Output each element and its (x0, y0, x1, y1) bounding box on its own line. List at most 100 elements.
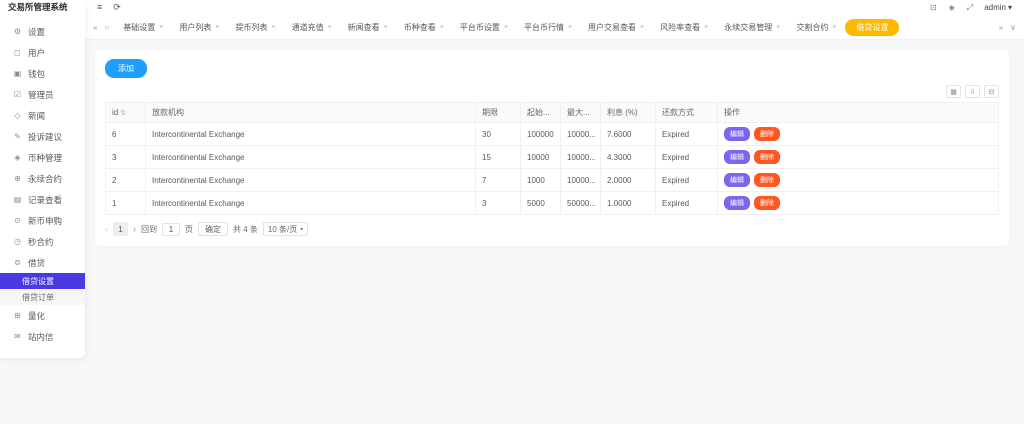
sidebar-item-投诉建议[interactable]: ✎投诉建议 (0, 126, 85, 147)
screenshot-icon[interactable]: ⊡ (930, 3, 937, 13)
refresh-icon[interactable]: ⟳ (113, 3, 121, 12)
theme-icon[interactable]: ◈ (949, 3, 955, 13)
sidebar-item-label: 站内信 (28, 331, 54, 343)
sidebar-item-label: 新闻 (28, 110, 45, 122)
cell-id: 1 (106, 192, 146, 215)
tab-label: 用户交易查看 (588, 22, 636, 33)
sidebar-menu: ⚙设置◻用户▣钱包☑管理员◇新闻✎投诉建议◈币种管理⊕永续合约▤记录查看⊙新币申… (0, 15, 85, 358)
header-right-icons: ⊡ ◈ ⤢ (930, 3, 973, 13)
edit-button[interactable]: 编辑 (724, 196, 750, 210)
sidebar-item-新币申购[interactable]: ⊙新币申购 (0, 210, 85, 231)
table-header-row: id⇅放款机构期限起始...最大...利息 (%)还款方式操作 (106, 103, 999, 123)
tab-平台币设置[interactable]: 平台币设置× (453, 19, 515, 36)
delete-button[interactable]: 删除 (754, 127, 780, 141)
sidebar-item-量化[interactable]: ⊞量化 (0, 305, 85, 326)
cell-actions: 编辑删除 (718, 123, 999, 146)
tab-新闻查看[interactable]: 新闻查看× (341, 19, 395, 36)
tab-label: 用户列表 (179, 22, 211, 33)
sidebar-item-站内信[interactable]: ✉ 站内信 (0, 326, 85, 347)
tab-交割合约[interactable]: 交割合约× (789, 19, 843, 36)
tab-基础设置[interactable]: 基础设置× (116, 19, 170, 36)
mail-icon: ✉ (13, 332, 22, 341)
sidebar-item-用户[interactable]: ◻用户 (0, 42, 85, 63)
sidebar-item-秒合约[interactable]: ◷秒合约 (0, 231, 85, 252)
tab-借贷设置[interactable]: 借贷设置 (845, 19, 899, 36)
page-content: 添加 ▦ ⇩ ⊟ id⇅放款机构期限起始...最大...利息 (%)还款方式操作 6… (85, 40, 1024, 424)
sidebar-subitem-借贷订单[interactable]: 借贷订单 (0, 289, 85, 305)
fullscreen-icon[interactable]: ⤢ (967, 3, 973, 13)
cell-id: 6 (106, 123, 146, 146)
sidebar-item-借贷[interactable]: ⊜借贷 (0, 252, 85, 273)
cell-min: 5000 (521, 192, 561, 215)
tab-风险率查看[interactable]: 风险率查看 × (653, 19, 715, 36)
column-header-利息 (%): 利息 (%) (601, 103, 656, 123)
cell-repay: Expired (656, 146, 718, 169)
close-icon[interactable]: × (159, 24, 163, 31)
gear-icon: ⚙ (13, 27, 22, 36)
page-number-button[interactable]: 1 (113, 222, 128, 236)
tab-用户列表[interactable]: 用户列表 × (172, 19, 226, 36)
tab-永续交易管理[interactable]: 永续交易管理× (717, 19, 787, 36)
next-page-icon[interactable]: › (133, 224, 136, 234)
print-icon[interactable]: ⊟ (984, 85, 999, 98)
top-header: ≡ ⟳ ⊡ ◈ ⤢ admin ▾ (85, 0, 1024, 15)
sidebar-item-币种管理[interactable]: ◈币种管理 (0, 147, 85, 168)
close-icon[interactable]: × (328, 24, 332, 31)
tab-通道充值[interactable]: 通道充值× (285, 19, 339, 36)
tab-币种查看[interactable]: 币种查看 × (397, 19, 451, 36)
page-size-value: 10 条/页 (268, 224, 297, 235)
delete-button[interactable]: 删除 (754, 173, 780, 187)
close-icon[interactable]: × (215, 24, 219, 31)
tabs-refresh-icon[interactable]: ○ (104, 23, 109, 32)
close-icon[interactable]: × (832, 24, 836, 31)
close-icon[interactable]: × (704, 24, 708, 31)
user-dropdown[interactable]: admin ▾ (984, 3, 1012, 12)
cell-repay: Expired (656, 169, 718, 192)
close-icon[interactable]: × (271, 24, 275, 31)
add-button[interactable]: 添加 (105, 59, 147, 78)
prev-page-icon[interactable]: ‹ (105, 224, 108, 234)
tab-用户交易查看[interactable]: 用户交易查看 × (581, 19, 651, 36)
sidebar-subitem-借贷设置[interactable]: 借贷设置 (0, 273, 85, 289)
sidebar-item-管理员[interactable]: ☑管理员 (0, 84, 85, 105)
tabs-more-icon[interactable]: » (999, 23, 1003, 32)
table-body: 6Intercontinental Exchange3010000010000.… (106, 123, 999, 215)
close-icon[interactable]: × (640, 24, 644, 31)
page-size-select[interactable]: 10 条/页 ▾ (263, 222, 308, 236)
sidebar-item-记录查看[interactable]: ▤记录查看 (0, 189, 85, 210)
edit-button[interactable]: 编辑 (724, 173, 750, 187)
edit-button[interactable]: 编辑 (724, 150, 750, 164)
export-icon[interactable]: ⇩ (965, 85, 980, 98)
confirm-page-button[interactable]: 确定 (198, 222, 228, 236)
table-row: 3Intercontinental Exchange151000010000..… (106, 146, 999, 169)
sidebar-item-新闻[interactable]: ◇新闻 (0, 105, 85, 126)
edit-button[interactable]: 编辑 (724, 127, 750, 141)
tabs-menu-icon[interactable]: ∨ (1010, 23, 1016, 32)
tabs-collapse-icon[interactable]: « (93, 23, 97, 32)
close-icon[interactable]: × (384, 24, 388, 31)
close-icon[interactable]: × (776, 24, 780, 31)
tab-label: 风险率查看 (660, 22, 700, 33)
delete-button[interactable]: 删除 (754, 150, 780, 164)
tab-提币列表[interactable]: 提币列表× (228, 19, 282, 36)
sidebar-item-label: 管理员 (28, 89, 54, 101)
tab-平台币行情[interactable]: 平台币行情× (517, 19, 579, 36)
cell-org: Intercontinental Exchange (146, 192, 476, 215)
sidebar-item-钱包[interactable]: ▣钱包 (0, 63, 85, 84)
goto-page-input[interactable] (162, 223, 180, 236)
sidebar-item-label: 量化 (28, 310, 45, 322)
sidebar-item-设置[interactable]: ⚙设置 (0, 21, 85, 42)
sidebar-item-永续合约[interactable]: ⊕永续合约 (0, 168, 85, 189)
cell-interest: 4.3000 (601, 146, 656, 169)
close-icon[interactable]: × (440, 24, 444, 31)
new-coin-icon: ⊙ (13, 216, 22, 225)
sort-icon[interactable]: ⇅ (120, 110, 126, 117)
close-icon[interactable]: × (504, 24, 508, 31)
delete-button[interactable]: 删除 (754, 196, 780, 210)
hamburger-icon[interactable]: ≡ (97, 3, 102, 12)
tab-label: 币种查看 (404, 22, 436, 33)
sidebar-item-label: 用户 (28, 47, 45, 59)
close-icon[interactable]: × (568, 24, 572, 31)
filter-columns-icon[interactable]: ▦ (946, 85, 961, 98)
total-count-label: 共 4 条 (233, 224, 258, 235)
